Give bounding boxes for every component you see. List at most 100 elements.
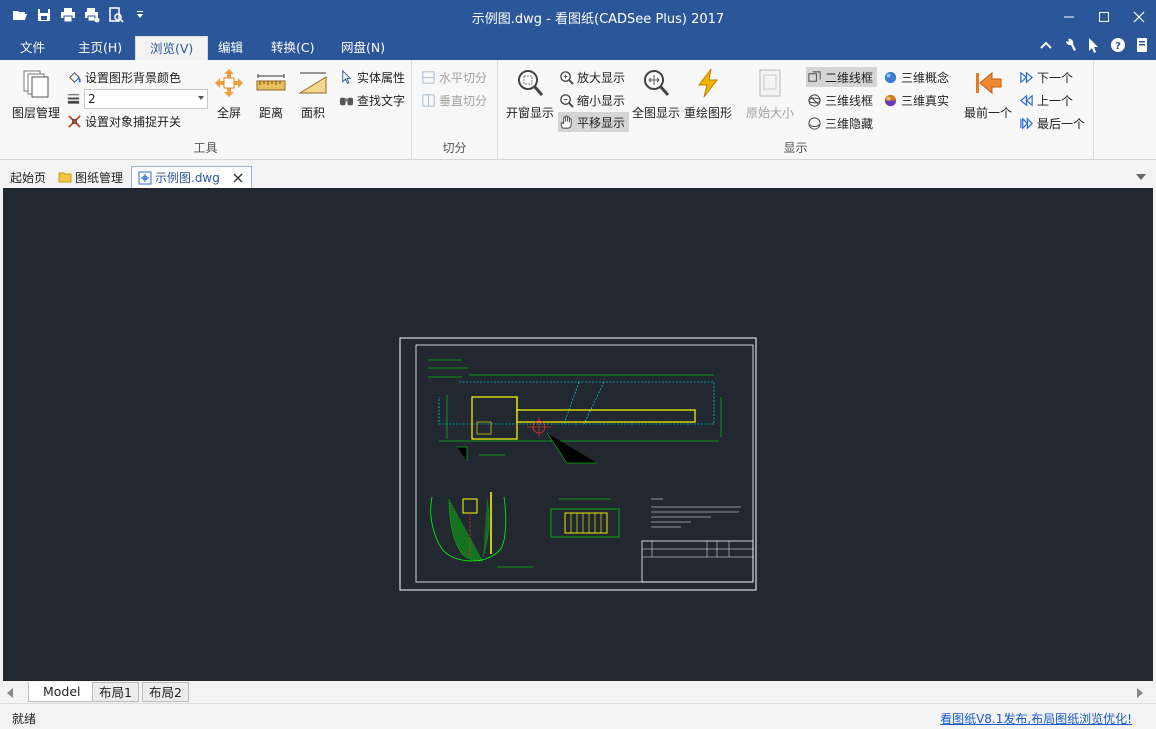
original-size-label: 原始大小 <box>745 106 794 120</box>
ribbon-right-tools: ? <box>1038 37 1150 53</box>
find-text-label: 查找文字 <box>357 93 406 108</box>
maximize-button[interactable] <box>1086 0 1121 33</box>
layout-tab-bar: Model 布局1 布局2 <box>0 681 1156 704</box>
window-display-button[interactable]: 开窗显示 <box>504 66 556 121</box>
tab-start-page-label: 起始页 <box>10 170 47 185</box>
wireframe-3d-button[interactable]: 三维线框 <box>806 90 873 110</box>
scroll-left-icon[interactable] <box>7 688 13 698</box>
close-icon[interactable] <box>231 171 245 185</box>
set-bg-color-label: 设置图形背景颜色 <box>85 70 182 85</box>
select-cursor-icon <box>341 69 351 84</box>
realistic-3d-label: 三维真实 <box>901 93 950 108</box>
entity-props-label: 实体属性 <box>357 70 406 85</box>
status-bar: 就绪 看图纸V8.1发布,布局图纸浏览优化! <box>0 705 1156 729</box>
next-icon <box>1019 71 1033 83</box>
fullscreen-icon <box>215 69 243 97</box>
concept-3d-label: 三维概念 <box>901 70 950 85</box>
title-bar: 示例图.dwg - 看图纸(CADSee Plus) 2017 <box>0 0 1156 33</box>
window-controls <box>1051 0 1156 33</box>
combo-value: 2 <box>88 92 96 106</box>
tab-edit[interactable]: 编辑 <box>204 36 257 60</box>
previous-button[interactable]: 上一个 <box>1018 90 1073 110</box>
wrench-icon[interactable] <box>1062 37 1078 53</box>
tab-layout2[interactable]: 布局2 <box>142 682 189 702</box>
tab-layout1[interactable]: 布局1 <box>92 682 139 702</box>
last-button[interactable]: 最后一个 <box>1018 113 1085 133</box>
group-split: 水平切分 垂直切分 切分 <box>412 60 498 160</box>
help-icon[interactable]: ? <box>1110 37 1126 53</box>
hidden-3d-button[interactable]: 三维隐藏 <box>806 113 873 133</box>
chevron-up-icon[interactable] <box>1038 37 1054 53</box>
scroll-right-icon[interactable] <box>1137 688 1143 698</box>
previous-icon <box>1019 94 1033 106</box>
fit-all-button[interactable]: 全图显示 <box>630 66 682 121</box>
value-combo[interactable]: 2 <box>84 89 208 109</box>
snap-toggle-button[interactable]: 设置对象捕捉开关 <box>66 111 181 131</box>
entity-props-button[interactable]: 实体属性 <box>338 67 405 87</box>
group-display: 开窗显示 放大显示 缩小显示 平移显示 全图显示 重绘图形 原始大小 二维线框 <box>498 60 1094 160</box>
redraw-button[interactable]: 重绘图形 <box>682 66 734 121</box>
pan-hand-icon <box>560 114 572 129</box>
h-split-icon <box>421 70 435 84</box>
vertical-split-button[interactable]: 垂直切分 <box>420 90 487 110</box>
group-tools: 图层管理 设置图形背景颜色 2 设置对象捕捉开关 全屏 距离 面积 实体属性 查… <box>0 60 412 160</box>
area-label: 面积 <box>300 106 325 120</box>
original-size-button[interactable]: 原始大小 <box>744 66 796 121</box>
last-icon <box>1019 116 1033 130</box>
vertical-split-label: 垂直切分 <box>439 93 488 108</box>
pan-label: 平移显示 <box>577 115 626 130</box>
realistic-3d-icon <box>884 94 896 106</box>
find-text-button[interactable]: 查找文字 <box>338 90 405 110</box>
area-button[interactable]: 面积 <box>287 66 339 121</box>
zoom-out-icon <box>559 93 574 108</box>
wireframe-2d-label: 二维线框 <box>825 70 874 85</box>
news-link[interactable]: 看图纸V8.1发布,布局图纸浏览优化! <box>940 710 1132 727</box>
hidden-3d-icon <box>807 116 821 130</box>
tab-home[interactable]: 主页(H) <box>64 36 136 60</box>
horizontal-split-button[interactable]: 水平切分 <box>420 67 487 87</box>
cad-drawing <box>399 337 757 591</box>
wireframe-2d-button[interactable]: 二维线框 <box>806 67 878 87</box>
tab-browse[interactable]: 浏览(V) <box>135 36 209 60</box>
tab-list-dropdown[interactable] <box>1136 174 1146 180</box>
document-tab-bar: 起始页 图纸管理 示例图.dwg <box>0 165 1156 188</box>
tab-drawing-mgmt[interactable]: 图纸管理 <box>58 166 123 188</box>
binoculars-icon <box>339 97 353 105</box>
zoom-out-button[interactable]: 缩小显示 <box>558 90 625 110</box>
tab-model[interactable]: Model <box>28 682 96 702</box>
fit-all-label: 全图显示 <box>631 106 680 120</box>
app-logo-icon[interactable] <box>1134 37 1150 53</box>
next-button[interactable]: 下一个 <box>1018 67 1073 87</box>
drawing-canvas[interactable] <box>3 188 1153 681</box>
original-size-icon <box>759 69 781 97</box>
cursor-icon[interactable] <box>1086 37 1102 53</box>
minimize-button[interactable] <box>1051 0 1086 33</box>
layer-mgmt-button[interactable]: 图层管理 <box>10 66 62 121</box>
lightning-icon <box>698 68 719 98</box>
realistic-3d-button[interactable]: 三维真实 <box>882 90 949 110</box>
wireframe-3d-label: 三维线框 <box>825 93 874 108</box>
magnifier-window-icon <box>518 70 544 96</box>
close-button[interactable] <box>1121 0 1156 33</box>
tab-drawing-mgmt-label: 图纸管理 <box>75 170 124 185</box>
set-bg-color-button[interactable]: 设置图形背景颜色 <box>66 67 181 87</box>
first-label: 最前一个 <box>963 106 1012 120</box>
status-text: 就绪 <box>12 712 37 726</box>
pan-button[interactable]: 平移显示 <box>558 112 630 132</box>
wireframe-2d-icon <box>807 70 821 82</box>
window-title: 示例图.dwg - 看图纸(CADSee Plus) 2017 <box>471 12 725 27</box>
tab-convert[interactable]: 转换(C) <box>257 36 328 60</box>
snap-icon <box>67 114 81 128</box>
zoom-in-button[interactable]: 放大显示 <box>558 67 625 87</box>
first-button[interactable]: 最前一个 <box>961 66 1015 121</box>
tab-current-drawing[interactable]: 示例图.dwg <box>131 166 252 188</box>
tab-cloud[interactable]: 网盘(N) <box>327 36 399 60</box>
tab-start-page[interactable]: 起始页 <box>10 166 46 188</box>
tab-file[interactable]: 文件 <box>6 36 59 60</box>
line-weight-icon <box>66 91 82 107</box>
tab-current-drawing-label: 示例图.dwg <box>155 171 220 185</box>
concept-3d-button[interactable]: 三维概念 <box>882 67 949 87</box>
zoom-extents-icon <box>644 70 670 96</box>
hidden-3d-label: 三维隐藏 <box>825 116 874 131</box>
ribbon-tab-bar: 文件 主页(H) 浏览(V) 编辑 转换(C) 网盘(N) ? <box>0 33 1156 60</box>
